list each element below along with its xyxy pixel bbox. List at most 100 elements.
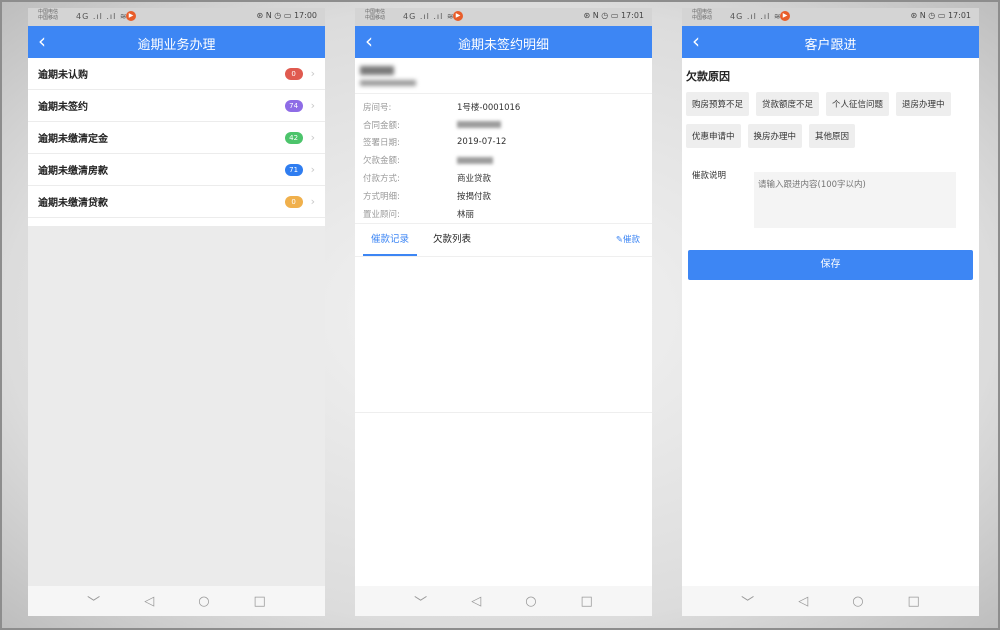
- clock: 17:01: [947, 11, 971, 20]
- clock: 17:00: [293, 11, 317, 20]
- list-item-label: 逾期未签约: [38, 102, 88, 113]
- notification-icon: ▶: [453, 11, 463, 21]
- detail-key: 方式明细:: [363, 191, 400, 202]
- system-nav-bar: ﹀ ◁ ○ □: [355, 586, 652, 616]
- tab-debt-list[interactable]: 欠款列表: [425, 224, 479, 256]
- detail-key: 签署日期:: [363, 138, 400, 149]
- notification-icon: ▶: [780, 11, 790, 21]
- tab-collection-records[interactable]: 催款记录: [363, 224, 418, 256]
- carrier-label: 中国电信 中国移动: [692, 9, 713, 21]
- reason-chip[interactable]: 个人征信问题: [826, 92, 890, 116]
- reason-chip[interactable]: 退房办理中: [896, 92, 951, 116]
- detail-row: 方式明细: 按揭付款: [355, 187, 652, 205]
- recents-icon[interactable]: □: [908, 594, 920, 609]
- detail-value: 按揭付款: [457, 191, 492, 202]
- list-item-label: 逾期未认购: [38, 70, 88, 81]
- reason-chip[interactable]: 购房预算不足: [686, 92, 750, 116]
- signal-icon: 4G .ıl .ıl ≋: [76, 12, 128, 21]
- save-button[interactable]: 保存: [688, 250, 973, 280]
- detail-list: 房间号: 1号楼-0001016 合同金额: 签署日期: 2019-07-12 …: [355, 94, 652, 223]
- detail-key: 合同金额:: [363, 120, 400, 131]
- carrier-label: 中国电信 中国移动: [38, 9, 59, 21]
- count-badge: 0: [284, 67, 303, 80]
- list-item[interactable]: 逾期未缴清定金 42 ›: [28, 122, 325, 154]
- reason-chip[interactable]: 优惠申请中: [686, 124, 741, 148]
- detail-row: 房间号: 1号楼-0001016: [355, 98, 652, 116]
- home-icon[interactable]: ○: [852, 594, 863, 609]
- back-nav-icon[interactable]: ◁: [144, 594, 154, 609]
- redacted-name: [360, 66, 394, 75]
- phone-customer-followup: 中国电信 中国移动 4G .ıl .ıl ≋ ▶ ⊛ N ◷ ▭ 17:01 ‹ …: [682, 8, 979, 616]
- reason-chip[interactable]: 换房办理中: [747, 124, 803, 148]
- tab-bar: 催款记录 欠款列表 ✎催款: [355, 222, 652, 257]
- detail-value: 1号楼-0001016: [457, 102, 521, 113]
- reason-chip[interactable]: 贷款额度不足: [756, 92, 820, 116]
- system-nav-bar: ﹀ ◁ ○ □: [28, 586, 325, 616]
- redacted-value: [457, 156, 493, 164]
- list-item[interactable]: 逾期未签约 74 ›: [28, 90, 325, 122]
- detail-key: 欠款金额:: [363, 156, 400, 167]
- back-nav-icon[interactable]: ◁: [471, 594, 481, 609]
- note-label: 催款说明: [692, 171, 727, 181]
- nav-bar: ‹ 客户跟进: [682, 26, 979, 58]
- count-badge: 0: [284, 195, 303, 208]
- debt-reason-section: 欠款原因 购房预算不足 贷款额度不足 个人征信问题 退房办理中 优惠申请中 换房…: [682, 58, 979, 148]
- nav-bar: ‹ 逾期业务办理: [28, 26, 325, 58]
- detail-row: 付款方式: 商业贷款: [355, 169, 652, 187]
- system-nav-bar: ﹀ ◁ ○ □: [682, 586, 979, 616]
- back-nav-icon[interactable]: ◁: [798, 594, 808, 609]
- note-field-group: 催款说明: [682, 162, 973, 242]
- list-item[interactable]: 逾期未缴清贷款 0 ›: [28, 186, 325, 218]
- reason-chip[interactable]: 其他原因: [809, 124, 856, 148]
- chevron-right-icon: ›: [310, 131, 315, 144]
- list-item[interactable]: 逾期未认购 0 ›: [28, 58, 325, 90]
- divider: [355, 412, 652, 413]
- chevron-right-icon: ›: [310, 163, 315, 176]
- note-input[interactable]: [754, 172, 956, 228]
- count-badge: 71: [284, 163, 303, 176]
- count-badge: 74: [284, 99, 303, 112]
- carrier-label: 中国电信 中国移动: [365, 9, 386, 21]
- detail-key: 付款方式:: [363, 174, 400, 185]
- status-right: ⊛ N ◷ ▭ 17:01: [583, 11, 644, 20]
- signal-icon: 4G .ıl .ıl ≋: [730, 12, 782, 21]
- overdue-list: 逾期未认购 0 › 逾期未签约 74 › 逾期未缴清定金 42 › 逾期未缴清房…: [28, 58, 325, 218]
- empty-area: [28, 226, 325, 586]
- detail-key: 房间号:: [363, 102, 392, 113]
- chevron-right-icon: ›: [310, 195, 315, 208]
- redacted-value: [457, 121, 501, 129]
- status-bar: 中国电信 中国移动 4G .ıl .ıl ≋ ▶ ⊛ N ◷ ▭ 17:01: [682, 8, 979, 26]
- home-icon[interactable]: ○: [525, 594, 536, 609]
- page-title: 客户跟进: [804, 38, 857, 53]
- list-item[interactable]: 逾期未缴清房款 71 ›: [28, 154, 325, 186]
- collect-button[interactable]: ✎催款: [616, 224, 640, 256]
- detail-row: 欠款金额:: [355, 151, 652, 169]
- list-item-label: 逾期未缴清贷款: [38, 198, 108, 209]
- redacted-phone: [360, 80, 416, 86]
- hide-keyboard-icon[interactable]: ﹀: [741, 592, 754, 611]
- hide-keyboard-icon[interactable]: ﹀: [414, 592, 427, 611]
- status-right: ⊛ N ◷ ▭ 17:00: [256, 11, 317, 20]
- signal-icon: 4G .ıl .ıl ≋: [403, 12, 455, 21]
- detail-row: 合同金额:: [355, 116, 652, 134]
- phone-overdue-unsigned-detail: 中国电信 中国移动 4G .ıl .ıl ≋ ▶ ⊛ N ◷ ▭ 17:01 ‹ …: [355, 8, 652, 616]
- status-bar: 中国电信 中国移动 4G .ıl .ıl ≋ ▶ ⊛ N ◷ ▭ 17:01: [355, 8, 652, 26]
- detail-value: 林丽: [457, 209, 475, 220]
- hide-keyboard-icon[interactable]: ﹀: [87, 592, 100, 611]
- detail-row: 签署日期: 2019-07-12: [355, 134, 652, 152]
- recents-icon[interactable]: □: [254, 594, 266, 609]
- notification-icon: ▶: [126, 11, 136, 21]
- clock: 17:01: [620, 11, 644, 20]
- detail-row: 置业顾问: 林丽: [355, 205, 652, 223]
- list-item-label: 逾期未缴清房款: [38, 166, 108, 177]
- page-title: 逾期业务办理: [137, 38, 216, 53]
- home-icon[interactable]: ○: [198, 594, 209, 609]
- status-bar: 中国电信 中国移动 4G .ıl .ıl ≋ ▶ ⊛ N ◷ ▭ 17:00: [28, 8, 325, 26]
- recents-icon[interactable]: □: [581, 594, 593, 609]
- reason-chips: 购房预算不足 贷款额度不足 个人征信问题 退房办理中 优惠申请中 换房办理中 其…: [686, 92, 975, 148]
- customer-header: [355, 58, 652, 94]
- list-item-label: 逾期未缴清定金: [38, 134, 108, 145]
- edit-icon: ✎: [615, 234, 623, 245]
- status-right: ⊛ N ◷ ▭ 17:01: [910, 11, 971, 20]
- chevron-right-icon: ›: [310, 67, 315, 80]
